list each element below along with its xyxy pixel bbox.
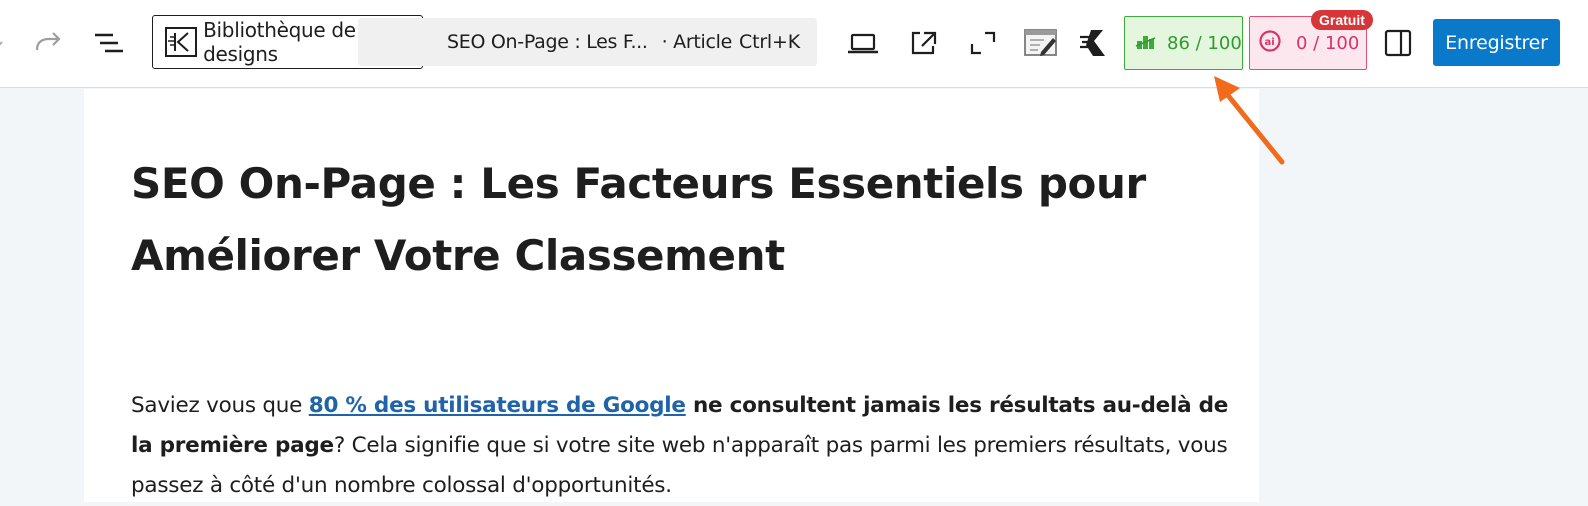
preview-device-icon[interactable] xyxy=(846,28,880,58)
view-post-icon[interactable] xyxy=(906,28,940,58)
seo-chart-icon xyxy=(1135,31,1157,56)
intro-paragraph[interactable]: Saviez vous que 80 % des utilisateurs de… xyxy=(131,386,1241,506)
custom-editor-icon[interactable] xyxy=(1022,26,1060,60)
kadence-logo-icon xyxy=(165,27,198,57)
seo-score-value: 86 / 100 xyxy=(1167,32,1242,54)
annotation-arrow xyxy=(1200,70,1290,171)
undo-icon[interactable] xyxy=(0,28,8,58)
redo-icon[interactable] xyxy=(32,28,66,58)
seo-score-button[interactable]: 86 / 100 xyxy=(1124,16,1243,70)
stat-link[interactable]: 80 % des utilisateurs de Google xyxy=(309,393,686,418)
editor-toolbar: Bibliothèque de designs SEO On-Page : Le… xyxy=(0,0,1588,88)
command-shortcut: Ctrl+K xyxy=(739,31,800,53)
para-intro-text: Saviez vous que xyxy=(131,393,309,418)
post-title-line-2: Améliorer Votre Classement xyxy=(131,231,785,280)
kadence-k-icon[interactable] xyxy=(1078,26,1114,60)
free-badge: Gratuit xyxy=(1311,10,1373,30)
save-button[interactable]: Enregistrer xyxy=(1433,19,1560,66)
settings-panel-icon[interactable] xyxy=(1381,26,1415,60)
document-bar[interactable]: SEO On-Page : Les F... · Article Ctrl+K xyxy=(358,18,817,66)
document-overview-icon[interactable] xyxy=(92,28,126,58)
ai-logo-icon: ai xyxy=(1258,29,1282,58)
document-title: SEO On-Page : Les F... xyxy=(447,31,648,53)
document-type: · Article xyxy=(661,31,733,53)
fullscreen-icon[interactable] xyxy=(966,28,1000,58)
ai-score-value: 0 / 100 xyxy=(1296,32,1360,54)
post-title[interactable]: SEO On-Page : Les Facteurs Essentiels po… xyxy=(131,148,1191,292)
svg-text:ai: ai xyxy=(1265,37,1275,48)
post-title-line-1: SEO On-Page : Les Facteurs Essentiels po… xyxy=(131,159,1146,208)
